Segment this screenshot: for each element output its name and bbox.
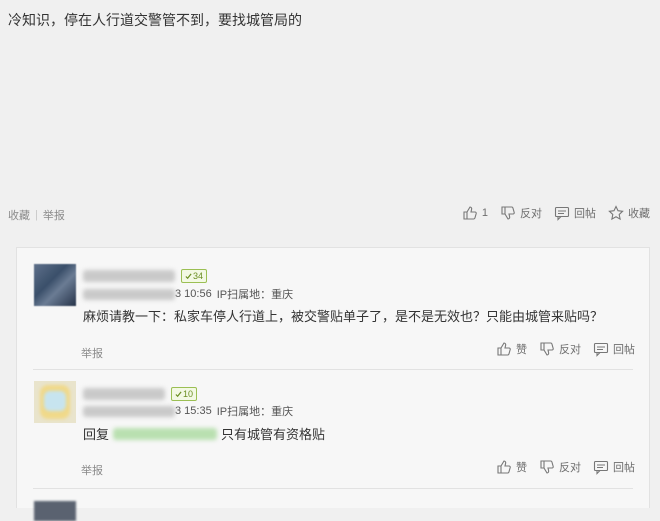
dislike-label: 反对	[559, 462, 581, 474]
ip-location: IP扫属地：重庆	[216, 289, 294, 301]
dislike-button[interactable]: 反对	[539, 459, 581, 475]
like-count: 1	[481, 207, 488, 219]
dislike-label: 反对	[520, 208, 542, 220]
star-icon	[608, 205, 624, 221]
reply-label: 回帖	[613, 462, 635, 474]
like-button[interactable]: 1	[462, 205, 488, 221]
divider	[33, 488, 633, 489]
reply-label: 回帖	[613, 344, 635, 356]
username-row: 34	[83, 269, 208, 283]
like-button[interactable]: 赞	[496, 459, 527, 475]
reply-button[interactable]: 回帖	[554, 205, 596, 221]
username-row: 10	[83, 387, 198, 401]
reply-text-row: 回复 只有城管有资格贴	[83, 424, 325, 443]
report-link[interactable]: 举报	[81, 462, 103, 478]
report-link[interactable]: 举报	[81, 345, 103, 361]
thumbs-down-icon	[540, 460, 554, 474]
thumbs-down-icon	[501, 206, 515, 220]
reply-actions: 赞 反对 回帖	[484, 341, 635, 357]
timestamp: 3 15:35	[175, 405, 212, 417]
username-redacted[interactable]	[83, 270, 175, 282]
date-redacted	[83, 405, 175, 417]
favorite-label: 收藏	[628, 208, 650, 220]
check-icon	[175, 390, 182, 397]
dislike-button[interactable]: 反对	[539, 341, 581, 357]
reply-label: 回帖	[574, 208, 596, 220]
reply-actions: 赞 反对 回帖	[484, 459, 635, 475]
replies-panel: 34 3 10:56 IP扫属地：重庆 麻烦请教一下：私家车停人行道上，被交警贴…	[16, 247, 650, 521]
comment-icon	[593, 460, 609, 475]
favorite-button[interactable]: 收藏	[608, 205, 650, 221]
avatar[interactable]	[34, 501, 76, 521]
avatar[interactable]	[34, 264, 76, 306]
username-redacted[interactable]	[83, 388, 165, 400]
level-badge: 10	[171, 387, 198, 401]
reply-text: 麻烦请教一下：私家车停人行道上，被交警贴单子了，是不是无效也？只能由城管来贴吗？	[83, 309, 604, 324]
report-link[interactable]: 举报	[43, 207, 65, 223]
reply-button[interactable]: 回帖	[593, 459, 635, 475]
post-actions-left: 收藏 | 举报	[8, 207, 65, 223]
divider	[33, 369, 633, 370]
dislike-label: 反对	[559, 344, 581, 356]
meta-row: 3 10:56 IP扫属地：重庆	[83, 286, 293, 302]
ip-location: IP扫属地：重庆	[216, 406, 294, 418]
thumbs-up-icon	[497, 342, 511, 356]
like-button[interactable]: 赞	[496, 341, 527, 357]
timestamp: 3 10:56	[175, 288, 212, 300]
date-redacted	[83, 288, 175, 300]
collect-link[interactable]: 收藏	[8, 207, 30, 223]
separator: |	[35, 209, 38, 221]
level-number: 34	[193, 271, 204, 281]
thumbs-up-icon	[497, 460, 511, 474]
thumbs-up-icon	[463, 206, 477, 220]
post-text: 冷知识，停在人行道交警管不到，要找城管局的	[8, 12, 302, 28]
comment-icon	[593, 342, 609, 357]
meta-row: 3 15:35 IP扫属地：重庆	[83, 403, 293, 419]
thumbs-down-icon	[540, 342, 554, 356]
level-badge: 34	[181, 269, 208, 283]
reply-text: 只有城管有资格贴	[221, 427, 326, 442]
avatar[interactable]	[34, 381, 76, 423]
dislike-button[interactable]: 反对	[500, 205, 542, 221]
level-number: 10	[183, 389, 194, 399]
avatar-shape	[44, 391, 66, 411]
check-icon	[185, 272, 192, 279]
reply-button[interactable]: 回帖	[593, 341, 635, 357]
like-label: 赞	[516, 462, 527, 474]
reply-prefix: 回复	[83, 427, 110, 442]
comment-icon	[554, 206, 570, 221]
mentioned-user-redacted[interactable]	[113, 427, 218, 440]
like-label: 赞	[516, 344, 527, 356]
post-actions-right: 1 反对 回帖 收藏	[450, 205, 650, 221]
